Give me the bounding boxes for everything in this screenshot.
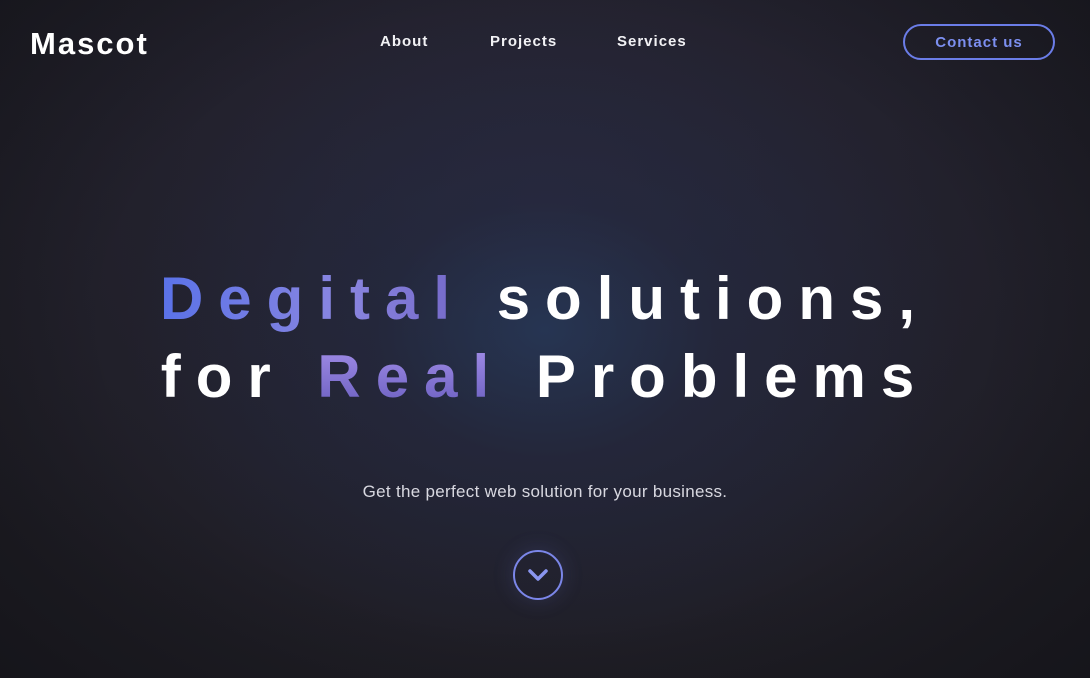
hero-highlight-real: Real: [317, 343, 505, 410]
hero-section: Degital solutions, for Real Problems: [0, 260, 1090, 416]
brand-logo[interactable]: Mascot: [30, 26, 149, 62]
hero-text-for: for: [160, 343, 286, 410]
nav-link-services[interactable]: Services: [617, 33, 687, 51]
nav-link-about[interactable]: About: [380, 33, 428, 51]
hero-subtitle: Get the perfect web solution for your bu…: [362, 482, 728, 501]
hero-text-solutions: solutions,: [496, 265, 931, 332]
contact-us-button[interactable]: Contact us: [903, 24, 1055, 60]
hero-heading-line-2: for Real Problems: [0, 338, 1090, 416]
hero-heading-line-1: Degital solutions,: [0, 260, 1090, 338]
top-navigation-bar: Mascot About Projects Services Contact u…: [0, 0, 1090, 88]
hero-highlight-degital: Degital: [159, 265, 466, 332]
chevron-down-icon: [528, 569, 548, 581]
hero-heading: Degital solutions, for Real Problems: [0, 260, 1090, 416]
contact-us-label: Contact us: [935, 33, 1023, 51]
nav-link-projects[interactable]: Projects: [490, 33, 557, 51]
hero-text-problems: Problems: [535, 343, 930, 410]
scroll-down-button[interactable]: [513, 550, 563, 600]
